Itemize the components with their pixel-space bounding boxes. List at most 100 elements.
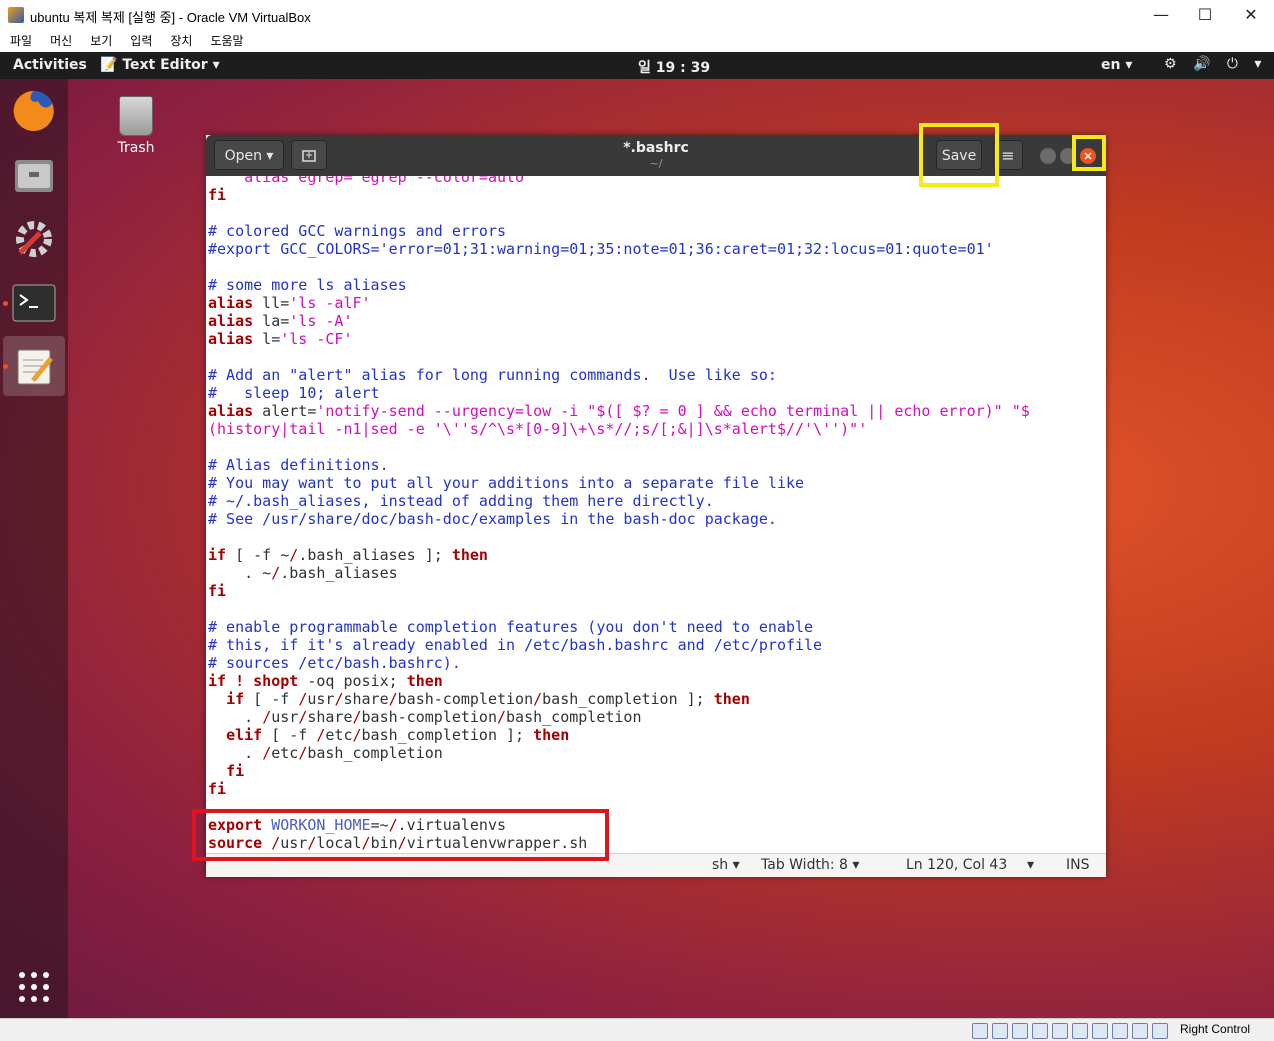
code-line[interactable]: fi — [208, 582, 226, 600]
app-menu[interactable]: 📝 Text Editor ▾ — [100, 57, 220, 73]
language-selector[interactable]: sh ▾ — [712, 857, 740, 873]
code-line[interactable]: # enable programmable completion feature… — [208, 618, 813, 636]
code-line[interactable]: if ! shopt -oq posix; then — [208, 672, 443, 690]
code-token: # ~/.bash_aliases, instead of adding the… — [208, 492, 714, 510]
code-token: # enable programmable completion feature… — [208, 618, 814, 636]
firefox-icon[interactable] — [10, 87, 58, 135]
gedit-window: Open ▾ *.bashrc ~/ Save ≡ alias egrep='e… — [206, 135, 1106, 877]
code-token: la= — [253, 312, 290, 330]
code-token: fi — [226, 762, 245, 780]
code-token: then — [713, 690, 750, 708]
menu-input[interactable]: 입력 — [120, 30, 160, 52]
code-line[interactable]: fi — [208, 762, 244, 780]
code-token: fi — [208, 582, 227, 600]
code-token: alias — [208, 294, 254, 312]
optical-drive-icon[interactable] — [992, 1023, 1008, 1039]
tab-width-selector[interactable]: Tab Width: 8 ▾ — [761, 857, 859, 873]
code-line[interactable]: . /etc/bash_completion — [208, 744, 443, 762]
code-line[interactable]: # Alias definitions. — [208, 456, 389, 474]
cursor-position-menu[interactable]: ▾ — [1027, 857, 1034, 873]
clock[interactable]: 일 19 : 39 — [638, 57, 710, 77]
code-line[interactable]: if [ -f ~/.bash_aliases ]; then — [208, 546, 488, 564]
added-lines-highlight-box — [192, 809, 609, 861]
language-selector[interactable]: en ▾ — [1101, 57, 1132, 73]
code-line[interactable]: # colored GCC warnings and errors — [208, 222, 506, 240]
code-line[interactable]: alias l='ls -CF' — [208, 330, 353, 348]
code-token: bash-completion — [361, 708, 497, 726]
code-token: # sources /etc/bash.bashrc). — [208, 654, 461, 672]
code-token: # colored GCC warnings and errors — [208, 222, 507, 240]
code-token: share — [307, 708, 353, 726]
window-minimize-button[interactable] — [1040, 148, 1056, 164]
code-token: / — [533, 690, 543, 708]
code-token: bash-completion — [397, 690, 534, 708]
code-line[interactable]: (history|tail -n1|sed -e '\''s/^\s*[0-9]… — [208, 420, 867, 438]
activities-button[interactable]: Activities — [13, 57, 87, 73]
code-token: then — [533, 726, 570, 744]
code-line[interactable]: # See /usr/share/doc/bash-doc/examples i… — [208, 510, 777, 528]
code-line[interactable]: # ~/.bash_aliases, instead of adding the… — [208, 492, 714, 510]
code-line[interactable]: if [ -f /usr/share/bash-completion/bash_… — [208, 690, 750, 708]
text-editor-dock-icon[interactable] — [10, 342, 58, 390]
cursor-position[interactable]: Ln 120, Col 43 — [906, 857, 1007, 873]
maximize-button[interactable]: ☐ — [1182, 4, 1228, 26]
code-line[interactable]: # sources /etc/bash.bashrc). — [208, 654, 461, 672]
files-icon[interactable] — [10, 151, 58, 199]
code-line[interactable]: # some more ls aliases — [208, 276, 407, 294]
virtualization-icon[interactable] — [1132, 1023, 1148, 1039]
menu-help[interactable]: 도움말 — [200, 30, 251, 52]
code-line[interactable]: # You may want to put all your additions… — [208, 474, 804, 492]
menu-machine[interactable]: 머신 — [40, 30, 80, 52]
code-token: / — [388, 690, 398, 708]
gnome-top-bar: Activities 📝 Text Editor ▾ 일 19 : 39 en … — [0, 52, 1274, 79]
code-token: / — [289, 546, 299, 564]
code-token: then — [451, 546, 488, 564]
hard-disk-icon[interactable] — [972, 1023, 988, 1039]
code-token: elif — [226, 726, 263, 744]
code-line[interactable]: alias egrep='egrep --color=auto' — [208, 176, 533, 186]
code-line[interactable]: . ~/.bash_aliases — [208, 564, 398, 582]
code-line[interactable]: . /usr/share/bash-completion/bash_comple… — [208, 708, 642, 726]
code-token: .bash_aliases ]; — [298, 546, 452, 564]
window-title: ubuntu 복제 복제 [실행 중] - Oracle VM VirtualB… — [30, 10, 311, 25]
network-icon[interactable] — [1032, 1023, 1048, 1039]
audio-icon[interactable] — [1012, 1023, 1028, 1039]
shared-folders-icon[interactable] — [1072, 1023, 1088, 1039]
code-line[interactable]: fi — [208, 780, 226, 798]
code-token: usr — [307, 690, 335, 708]
dock — [0, 79, 68, 1018]
code-token: # See /usr/share/doc/bash-doc/examples i… — [208, 510, 777, 528]
code-line[interactable]: fi — [208, 186, 226, 204]
code-line[interactable]: elif [ -f /etc/bash_completion ]; then — [208, 726, 569, 744]
menu-file[interactable]: 파일 — [0, 30, 40, 52]
minimize-button[interactable]: — — [1138, 4, 1184, 26]
system-menu[interactable]: ⚙ 🔊 ⏻ ▾ — [1164, 56, 1267, 72]
close-button[interactable]: ✕ — [1228, 4, 1274, 26]
usb-icon[interactable] — [1052, 1023, 1068, 1039]
menu-view[interactable]: 보기 — [80, 30, 120, 52]
menu-devices[interactable]: 장치 — [160, 30, 200, 52]
trash-desktop-icon[interactable]: Trash — [108, 96, 164, 156]
code-line[interactable]: #export GCC_COLORS='error=01;31:warning=… — [208, 240, 994, 258]
code-line[interactable]: # Add an "alert" alias for long running … — [208, 366, 777, 384]
text-editor-area[interactable]: alias egrep='egrep --color=auto' fi # colo… — [206, 176, 1106, 853]
code-line[interactable]: # this, if it's already enabled in /etc/… — [208, 636, 822, 654]
terminal-icon[interactable] — [10, 279, 58, 327]
code-line[interactable]: alias la='ls -A' — [208, 312, 353, 330]
code-token: if — [208, 546, 227, 564]
recording-icon[interactable] — [1112, 1023, 1128, 1039]
code-line[interactable]: alias ll='ls -alF' — [208, 294, 371, 312]
code-token: alert= — [253, 402, 317, 420]
mouse-integration-icon[interactable] — [1152, 1023, 1168, 1039]
code-token: -oq posix; — [298, 672, 407, 690]
show-applications-icon[interactable] — [10, 963, 58, 1011]
code-line[interactable]: alias alert='notify-send --urgency=low -… — [208, 402, 1030, 420]
close-highlight-box — [1072, 135, 1106, 171]
display-icon[interactable] — [1092, 1023, 1108, 1039]
code-token: # this, if it's already enabled in /etc/… — [208, 636, 823, 654]
code-token: bash_completion — [506, 708, 642, 726]
settings-icon[interactable] — [10, 215, 58, 263]
code-line[interactable]: # sleep 10; alert — [208, 384, 380, 402]
